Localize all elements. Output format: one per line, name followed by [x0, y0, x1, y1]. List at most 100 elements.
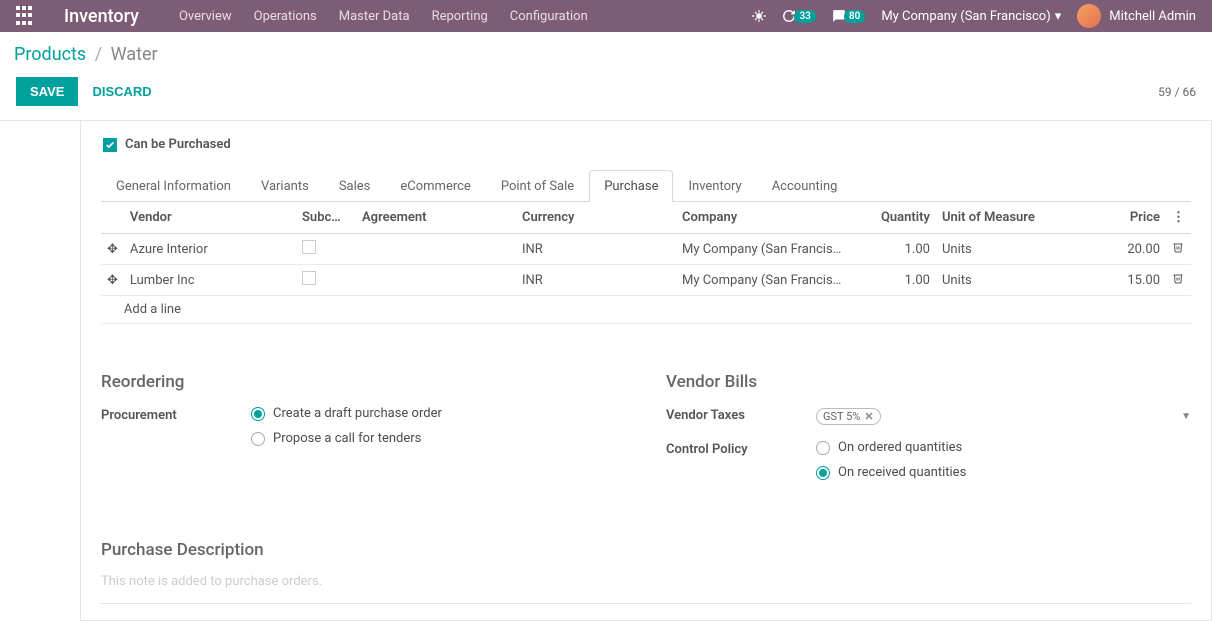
- menu-overview[interactable]: Overview: [179, 9, 232, 24]
- reordering-title: Reordering: [101, 372, 626, 392]
- breadcrumb-parent[interactable]: Products: [14, 44, 86, 65]
- cell-quantity[interactable]: 1.00: [866, 265, 936, 296]
- tab-ecommerce[interactable]: eCommerce: [385, 170, 485, 202]
- control-policy-radio-group: On ordered quantities On received quanti…: [816, 440, 1191, 480]
- vendor-bills-title: Vendor Bills: [666, 372, 1191, 392]
- company-name: My Company (San Francisco): [881, 9, 1050, 24]
- main-menu: Overview Operations Master Data Reportin…: [179, 9, 588, 24]
- cell-company[interactable]: My Company (San Francis…: [676, 234, 866, 265]
- breadcrumb-row: Products / Water: [0, 32, 1212, 69]
- vendor-bills-section: Vendor Bills Vendor Taxes GST 5% ✕ ▼: [666, 372, 1191, 492]
- th-price[interactable]: Price: [1096, 202, 1166, 234]
- control-received-label: On received quantities: [838, 465, 966, 480]
- pager[interactable]: 59 / 66: [1158, 85, 1196, 99]
- tab-point-of-sale[interactable]: Point of Sale: [486, 170, 589, 202]
- vendor-taxes-field[interactable]: GST 5% ✕ ▼: [816, 406, 1191, 428]
- th-kebab-icon[interactable]: ⋮: [1166, 202, 1191, 234]
- action-row: Save Discard 59 / 66: [0, 69, 1212, 121]
- th-vendor[interactable]: Vendor: [124, 202, 296, 234]
- top-nav: Inventory Overview Operations Master Dat…: [0, 0, 1212, 32]
- cell-vendor[interactable]: Azure Interior: [124, 234, 296, 265]
- cell-uom[interactable]: Units: [936, 265, 1096, 296]
- drag-handle-icon[interactable]: ✥: [101, 265, 124, 296]
- can-be-purchased-checkbox[interactable]: [103, 138, 117, 152]
- bug-icon[interactable]: [752, 9, 766, 23]
- procurement-tender-option[interactable]: Propose a call for tenders: [251, 431, 626, 446]
- menu-configuration[interactable]: Configuration: [510, 9, 588, 24]
- th-company[interactable]: Company: [676, 202, 866, 234]
- breadcrumb-sep: /: [95, 44, 102, 65]
- vendor-taxes-label: Vendor Taxes: [666, 406, 816, 423]
- control-ordered-option[interactable]: On ordered quantities: [816, 440, 1191, 455]
- cell-agreement[interactable]: [356, 234, 516, 265]
- cell-vendor[interactable]: Lumber Inc: [124, 265, 296, 296]
- radio-empty-icon: [251, 432, 265, 446]
- menu-operations[interactable]: Operations: [254, 9, 317, 24]
- chat-badge: 80: [844, 10, 865, 23]
- drag-handle-icon[interactable]: ✥: [101, 234, 124, 265]
- subc-checkbox[interactable]: [302, 271, 316, 285]
- cell-company[interactable]: My Company (San Francis…: [676, 265, 866, 296]
- sections: Reordering Procurement Create a draft pu…: [101, 372, 1191, 492]
- breadcrumb-current: Water: [111, 44, 158, 65]
- subc-checkbox[interactable]: [302, 240, 316, 254]
- discard-button[interactable]: Discard: [78, 77, 165, 106]
- procurement-tender-label: Propose a call for tenders: [273, 431, 421, 446]
- tab-accounting[interactable]: Accounting: [757, 170, 853, 202]
- tax-pill-label: GST 5%: [823, 410, 860, 423]
- add-line[interactable]: Add a line: [124, 302, 181, 317]
- nav-right: 33 80 My Company (San Francisco) ▾ Mitch…: [752, 4, 1196, 28]
- cell-subc[interactable]: [296, 265, 356, 296]
- reordering-section: Reordering Procurement Create a draft pu…: [101, 372, 626, 492]
- procurement-label: Procurement: [101, 406, 251, 423]
- tab-general-information[interactable]: General Information: [101, 170, 246, 202]
- breadcrumb: Products / Water: [14, 44, 1196, 65]
- purchase-description-input[interactable]: This note is added to purchase orders.: [101, 570, 1191, 604]
- table-row[interactable]: ✥Lumber Inc INRMy Company (San Francis…1.…: [101, 265, 1191, 296]
- radio-selected-icon: [816, 466, 830, 480]
- cell-uom[interactable]: Units: [936, 234, 1096, 265]
- menu-master-data[interactable]: Master Data: [339, 9, 410, 24]
- menu-reporting[interactable]: Reporting: [432, 9, 488, 24]
- caret-down-icon[interactable]: ▼: [1181, 411, 1191, 422]
- cell-agreement[interactable]: [356, 265, 516, 296]
- cell-currency[interactable]: INR: [516, 234, 676, 265]
- refresh-badge: 33: [794, 10, 815, 23]
- tax-remove-icon[interactable]: ✕: [864, 410, 873, 423]
- th-agreement[interactable]: Agreement: [356, 202, 516, 234]
- delete-row-icon[interactable]: [1166, 265, 1191, 296]
- th-quantity[interactable]: Quantity: [866, 202, 936, 234]
- th-currency[interactable]: Currency: [516, 202, 676, 234]
- app-title: Inventory: [64, 6, 139, 27]
- tab-purchase[interactable]: Purchase: [589, 170, 673, 202]
- cell-subc[interactable]: [296, 234, 356, 265]
- tabs: General Information Variants Sales eComm…: [101, 170, 1191, 202]
- table-row[interactable]: ✥Azure Interior INRMy Company (San Franci…: [101, 234, 1191, 265]
- avatar: [1077, 4, 1101, 28]
- can-be-purchased-label: Can be Purchased: [125, 137, 231, 152]
- cell-price[interactable]: 20.00: [1096, 234, 1166, 265]
- delete-row-icon[interactable]: [1166, 234, 1191, 265]
- refresh-icon[interactable]: 33: [782, 9, 815, 23]
- th-subc[interactable]: Subc…: [296, 202, 356, 234]
- user-name: Mitchell Admin: [1109, 9, 1196, 24]
- tab-variants[interactable]: Variants: [246, 170, 324, 202]
- control-received-option[interactable]: On received quantities: [816, 465, 1191, 480]
- cell-quantity[interactable]: 1.00: [866, 234, 936, 265]
- user-menu[interactable]: Mitchell Admin: [1077, 4, 1196, 28]
- tab-inventory[interactable]: Inventory: [673, 170, 756, 202]
- procurement-draft-option[interactable]: Create a draft purchase order: [251, 406, 626, 421]
- tab-sales[interactable]: Sales: [324, 170, 386, 202]
- chat-icon[interactable]: 80: [832, 9, 865, 23]
- can-be-purchased-row: Can be Purchased: [103, 137, 1191, 152]
- save-button[interactable]: Save: [16, 77, 78, 106]
- control-ordered-label: On ordered quantities: [838, 440, 962, 455]
- cell-currency[interactable]: INR: [516, 265, 676, 296]
- cell-price[interactable]: 15.00: [1096, 265, 1166, 296]
- vendor-table: Vendor Subc… Agreement Currency Company …: [101, 202, 1191, 324]
- caret-down-icon: ▾: [1055, 9, 1062, 24]
- apps-icon[interactable]: [16, 6, 36, 26]
- company-selector[interactable]: My Company (San Francisco) ▾: [881, 9, 1061, 24]
- control-policy-label: Control Policy: [666, 440, 816, 457]
- th-uom[interactable]: Unit of Measure: [936, 202, 1096, 234]
